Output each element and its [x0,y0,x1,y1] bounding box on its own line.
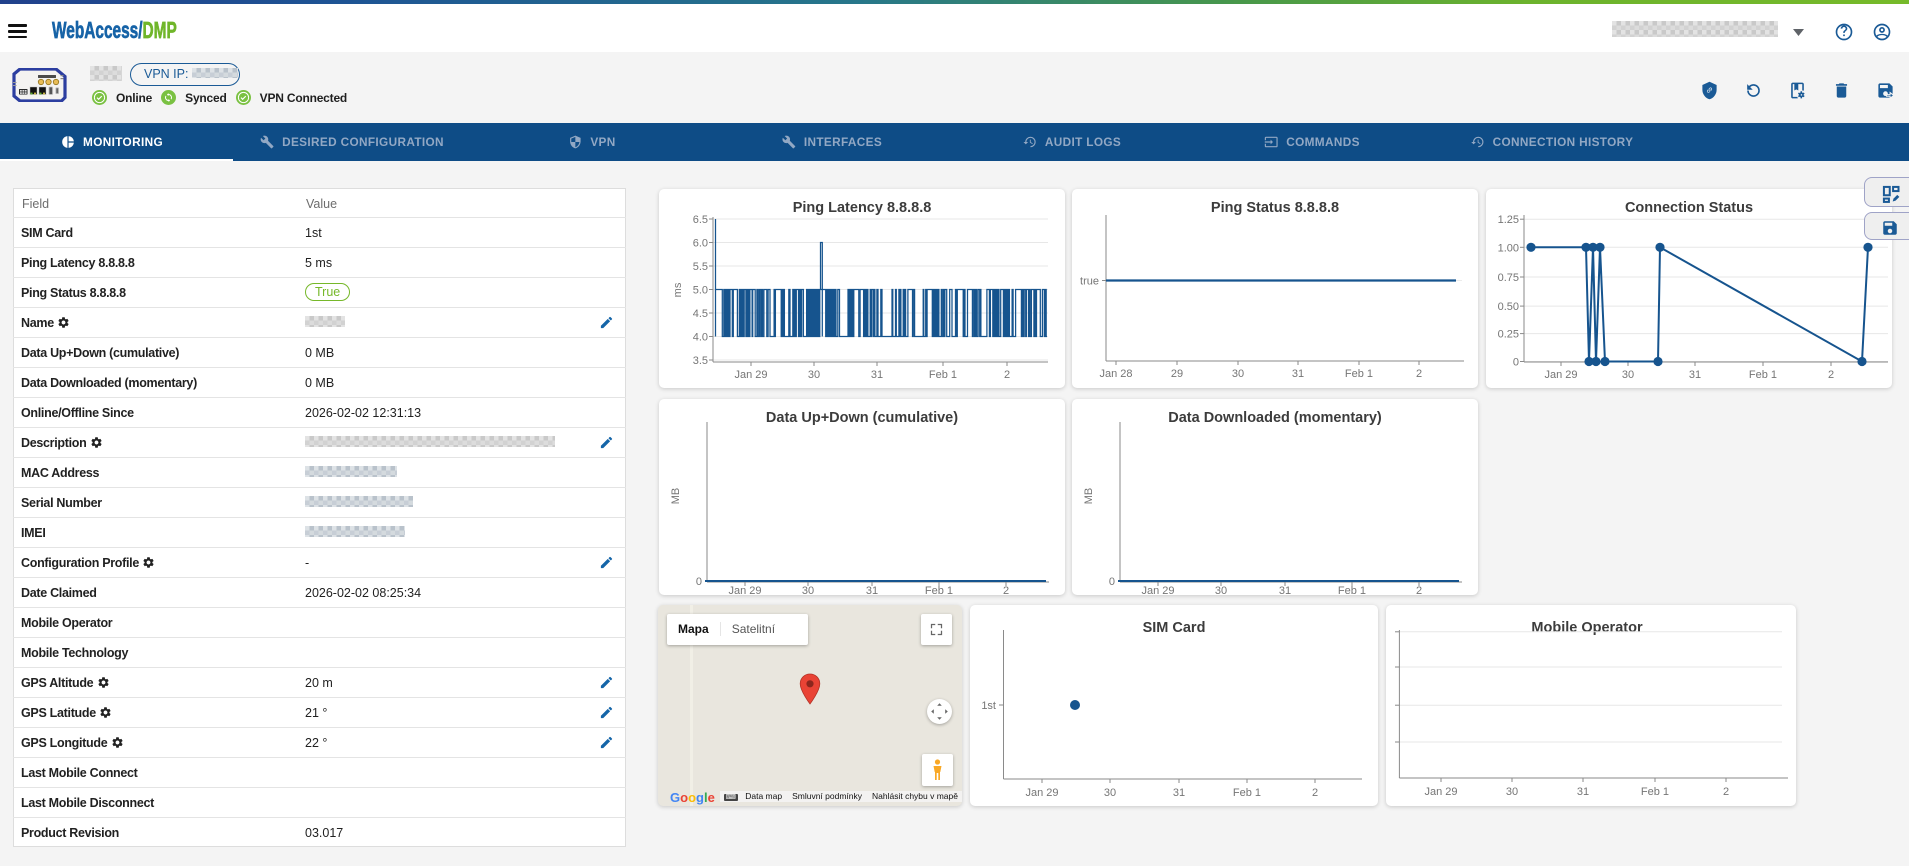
svg-text:Connection Status: Connection Status [1625,200,1753,216]
svg-text:MB: MB [1083,488,1095,505]
svg-text:0.50: 0.50 [1498,301,1519,313]
svg-text:2: 2 [1004,369,1010,381]
svg-text:31: 31 [871,369,883,381]
svg-text:30: 30 [1622,369,1634,381]
svg-text:30: 30 [1215,585,1227,595]
svg-text:29: 29 [1171,368,1183,380]
svg-text:Feb 1: Feb 1 [1749,369,1777,381]
svg-text:Jan 29: Jan 29 [1424,786,1457,798]
svg-text:6.5: 6.5 [693,214,708,226]
svg-text:MB: MB [670,488,682,505]
svg-text:Jan 29: Jan 29 [1025,787,1058,799]
svg-text:5.5: 5.5 [693,261,708,273]
svg-text:0.25: 0.25 [1498,329,1519,341]
svg-text:true: true [1080,276,1099,288]
svg-text:2: 2 [1003,585,1009,595]
svg-text:Feb 1: Feb 1 [1641,786,1669,798]
svg-text:Feb 1: Feb 1 [1345,368,1373,380]
svg-text:30: 30 [1232,368,1244,380]
svg-text:Data Downloaded (momentary): Data Downloaded (momentary) [1168,410,1382,426]
svg-text:2: 2 [1416,585,1422,595]
svg-text:Jan 29: Jan 29 [1141,585,1174,595]
svg-text:1st: 1st [981,700,996,712]
svg-text:2: 2 [1312,787,1318,799]
svg-text:31: 31 [1577,786,1589,798]
svg-text:4.0: 4.0 [693,332,708,344]
svg-text:Jan 29: Jan 29 [728,585,761,595]
svg-text:ms: ms [672,282,684,297]
svg-text:1.00: 1.00 [1498,242,1519,254]
svg-text:6.0: 6.0 [693,238,708,250]
svg-text:Jan 29: Jan 29 [1544,369,1577,381]
svg-text:30: 30 [802,585,814,595]
svg-text:SIM Card: SIM Card [1143,620,1206,636]
svg-text:31: 31 [866,585,878,595]
svg-text:5.0: 5.0 [693,285,708,297]
svg-text:0: 0 [1109,576,1115,588]
svg-text:2: 2 [1416,368,1422,380]
svg-text:Feb 1: Feb 1 [1338,585,1366,595]
svg-text:30: 30 [1104,787,1116,799]
svg-text:Jan 28: Jan 28 [1099,368,1132,380]
svg-text:Feb 1: Feb 1 [1233,787,1261,799]
svg-text:Ping Latency 8.8.8.8: Ping Latency 8.8.8.8 [793,200,932,216]
svg-text:30: 30 [1506,786,1518,798]
svg-text:0: 0 [1513,357,1519,369]
svg-text:2: 2 [1723,786,1729,798]
svg-text:31: 31 [1173,787,1185,799]
svg-text:Mobile Operator: Mobile Operator [1531,620,1643,636]
svg-text:1.25: 1.25 [1498,214,1519,226]
svg-text:Feb 1: Feb 1 [925,585,953,595]
svg-text:2: 2 [1828,369,1834,381]
svg-text:30: 30 [808,369,820,381]
svg-text:4.5: 4.5 [693,308,708,320]
svg-text:0: 0 [696,576,702,588]
svg-text:Jan 29: Jan 29 [734,369,767,381]
svg-text:Feb 1: Feb 1 [929,369,957,381]
svg-text:31: 31 [1279,585,1291,595]
svg-text:Ping Status 8.8.8.8: Ping Status 8.8.8.8 [1211,200,1339,216]
svg-text:3.5: 3.5 [693,355,708,367]
svg-text:31: 31 [1689,369,1701,381]
svg-text:0.75: 0.75 [1498,272,1519,284]
svg-text:Data Up+Down (cumulative): Data Up+Down (cumulative) [766,410,958,426]
svg-text:31: 31 [1292,368,1304,380]
